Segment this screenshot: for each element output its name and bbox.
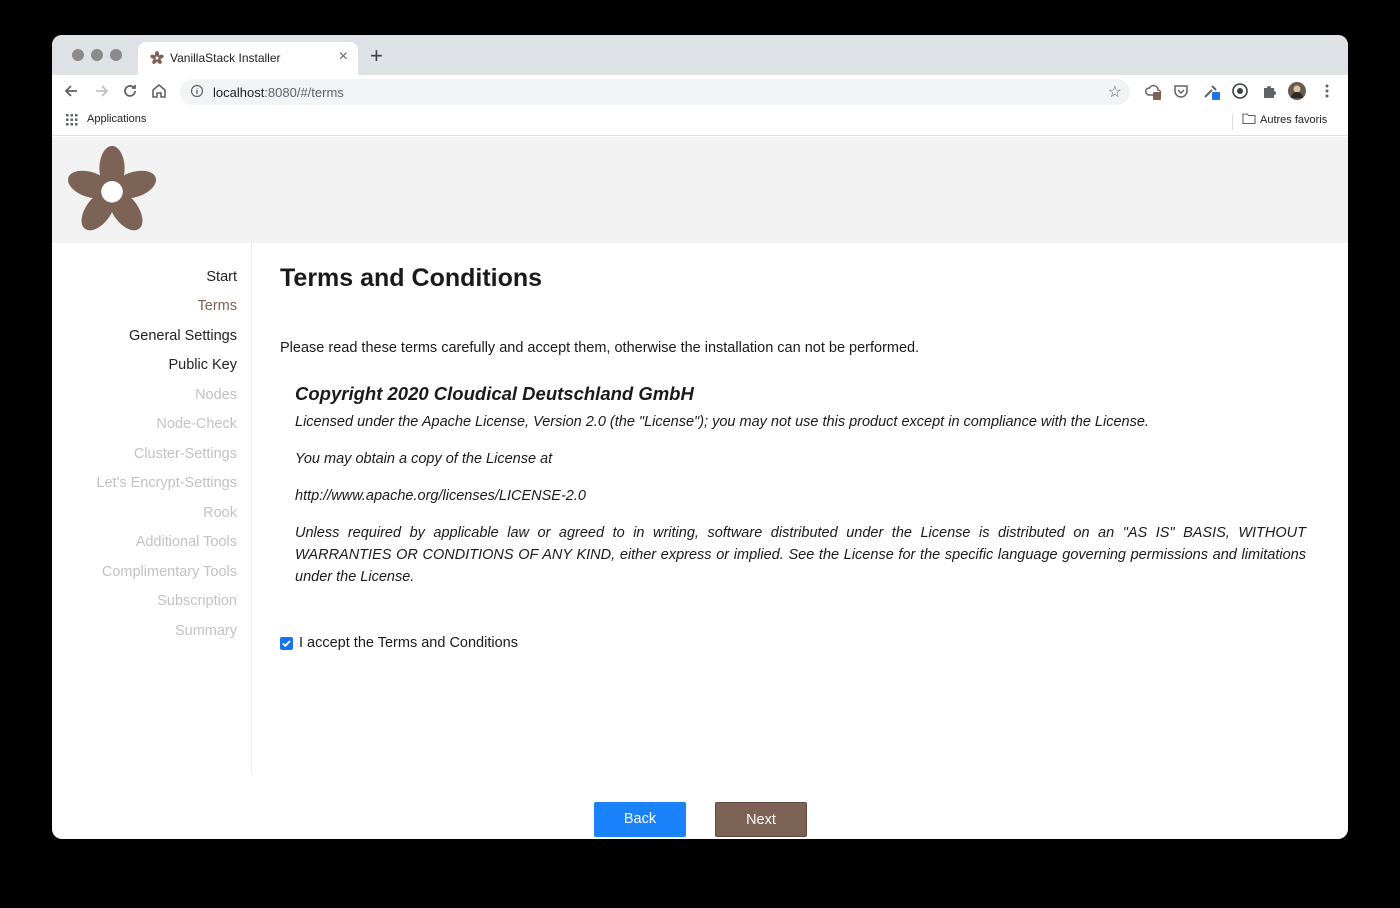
license-paragraph: You may obtain a copy of the License at xyxy=(295,451,553,467)
bookmark-other-favorites[interactable]: Autres favoris xyxy=(1242,113,1327,126)
profile-avatar[interactable] xyxy=(1288,82,1306,100)
pocket-icon[interactable] xyxy=(1172,82,1190,100)
step-rook: Rook xyxy=(203,505,237,521)
accept-terms-label[interactable]: I accept the Terms and Conditions xyxy=(299,635,518,651)
browser-tab[interactable]: VanillaStack Installer × xyxy=(138,42,358,75)
step-summary: Summary xyxy=(174,623,237,639)
address-bar[interactable]: localhost:8080/#/terms ☆ xyxy=(180,79,1130,105)
header-banner xyxy=(52,137,1348,243)
url-text: localhost:8080/#/terms xyxy=(213,85,344,100)
back-arrow-icon[interactable] xyxy=(62,81,82,101)
step-cluster-settings: Cluster-Settings xyxy=(133,446,237,462)
puzzle-extensions-icon[interactable] xyxy=(1260,82,1278,100)
flower-logo-icon xyxy=(67,145,157,231)
step-public-key[interactable]: Public Key xyxy=(168,357,237,373)
new-tab-button[interactable]: + xyxy=(370,43,383,69)
step-complimentary-tools: Complimentary Tools xyxy=(101,564,237,580)
license-paragraph: Unless required by applicable law or agr… xyxy=(295,525,1306,585)
step-lets-encrypt-settings: Let's Encrypt-Settings xyxy=(96,475,237,491)
checkmark-icon xyxy=(282,640,291,648)
step-subscription: Subscription xyxy=(157,593,237,609)
tab-title: VanillaStack Installer xyxy=(170,51,281,65)
forward-arrow-icon[interactable] xyxy=(91,81,111,101)
folder-icon xyxy=(1242,113,1256,125)
window-minimize-button[interactable] xyxy=(91,49,103,61)
page-title: Terms and Conditions xyxy=(280,264,543,292)
tab-bar: VanillaStack Installer × + xyxy=(52,35,1348,75)
bookmark-separator xyxy=(1232,114,1233,130)
back-button[interactable]: Back xyxy=(594,802,686,837)
step-node-check: Node-Check xyxy=(156,416,237,432)
tab-close-icon[interactable]: × xyxy=(339,48,348,66)
step-additional-tools: Additional Tools xyxy=(135,534,237,550)
license-text: Copyright 2020 Cloudical Deutschland Gmb… xyxy=(295,383,1306,603)
step-nodes: Nodes xyxy=(195,387,237,403)
menu-dots-icon[interactable] xyxy=(1318,82,1336,100)
star-icon[interactable]: ☆ xyxy=(1108,82,1122,102)
reload-icon[interactable] xyxy=(120,81,140,101)
flower-favicon-icon xyxy=(150,51,164,64)
wizard-steps-sidebar: Start Terms General Settings Public Key … xyxy=(52,243,252,773)
browser-toolbar: localhost:8080/#/terms ☆ xyxy=(52,75,1348,108)
eyedropper-extension-icon[interactable] xyxy=(1202,82,1220,100)
home-icon[interactable] xyxy=(149,81,169,101)
window-close-button[interactable] xyxy=(72,49,84,61)
info-icon[interactable] xyxy=(190,84,204,98)
window-zoom-button[interactable] xyxy=(110,49,122,61)
browser-window: VanillaStack Installer × + localhost:808… xyxy=(52,35,1348,839)
license-heading: Copyright 2020 Cloudical Deutschland Gmb… xyxy=(295,383,694,404)
step-start[interactable]: Start xyxy=(206,269,237,285)
apps-grid-icon[interactable] xyxy=(66,114,78,126)
license-url: http://www.apache.org/licenses/LICENSE-2… xyxy=(295,488,586,504)
extension-icon[interactable] xyxy=(1231,82,1249,100)
step-terms[interactable]: Terms xyxy=(198,298,237,314)
step-general-settings[interactable]: General Settings xyxy=(129,328,237,344)
accept-terms-checkbox[interactable] xyxy=(280,637,293,650)
next-button[interactable]: Next xyxy=(715,802,807,837)
bookmarks-bar: Applications Autres favoris xyxy=(52,108,1348,136)
bookmark-applications[interactable]: Applications xyxy=(87,113,146,125)
intro-text: Please read these terms carefully and ac… xyxy=(280,340,920,356)
license-paragraph: Licensed under the Apache License, Versi… xyxy=(295,414,1149,430)
cloud-extension-icon[interactable] xyxy=(1144,82,1162,100)
